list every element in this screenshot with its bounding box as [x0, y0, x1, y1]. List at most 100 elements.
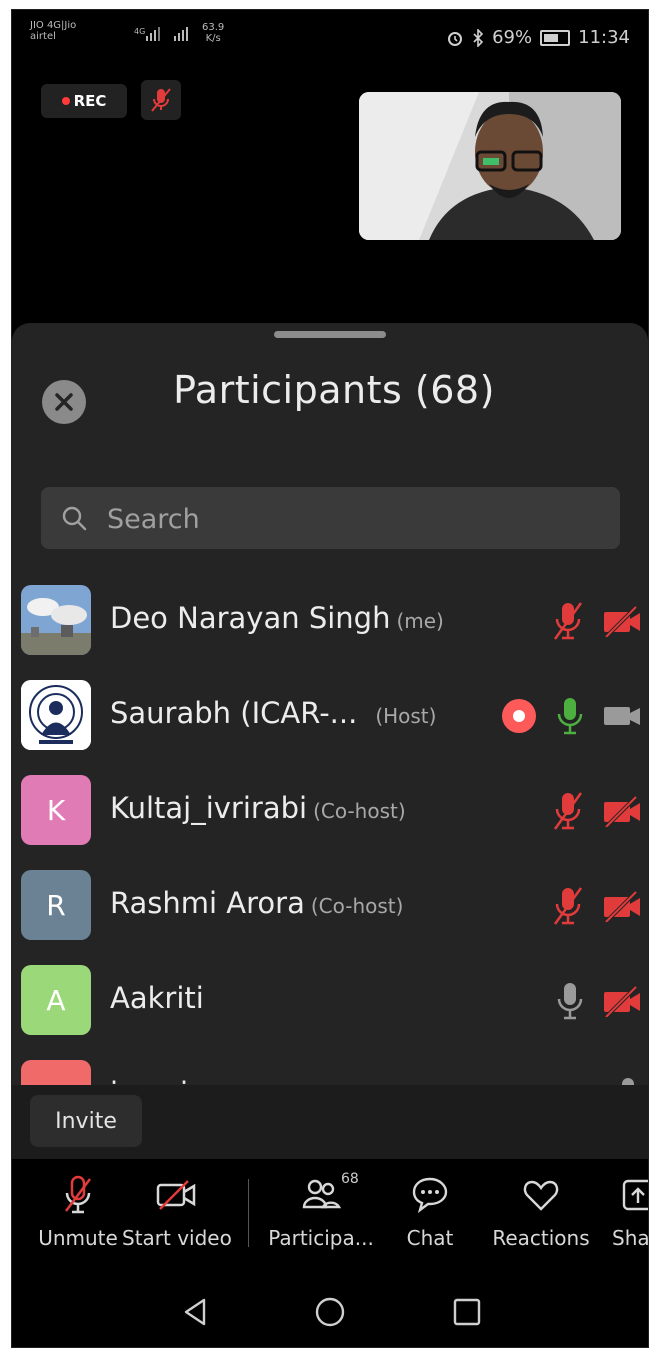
recording-icon[interactable]	[500, 697, 538, 735]
avatar: K	[21, 775, 91, 845]
avatar-letter: K	[46, 793, 66, 827]
participant-name-line: Saurabh (ICAR-... (Host)	[110, 696, 436, 730]
participant-row[interactable]: R Rashmi Arora (Co-host)	[12, 858, 648, 953]
phone-screen: JIO 4G|Jio airtel 4G 63.9 K/s 69% 11:34	[11, 9, 649, 1348]
panel-title: Participants (68)	[173, 368, 495, 412]
mic-muted-icon[interactable]	[552, 886, 584, 926]
carrier-line-1: JIO 4G|Jio	[30, 20, 77, 31]
participant-status-icons	[552, 601, 642, 641]
participant-role: (Co-host)	[313, 799, 406, 823]
unmute-button[interactable]: Unmute	[24, 1175, 132, 1250]
participant-status-icons	[552, 791, 642, 831]
participants-panel: Participants (68) Search Deo Narayan Sin…	[12, 323, 648, 1157]
participant-row[interactable]: Saurabh (ICAR-... (Host)	[12, 668, 648, 763]
reactions-button[interactable]: Reactions	[486, 1175, 596, 1250]
rec-label: REC	[73, 92, 107, 110]
mic-muted-icon	[65, 1175, 91, 1214]
participant-name-line: Deo Narayan Singh (me)	[110, 601, 444, 635]
participant-status-icons	[500, 696, 642, 736]
participant-name: Aakriti	[110, 981, 204, 1015]
video-off-icon[interactable]	[602, 795, 642, 827]
participants-button[interactable]: 68 Participa...	[266, 1171, 376, 1250]
drag-handle[interactable]	[274, 331, 386, 338]
participants-label: Participa...	[268, 1226, 374, 1250]
status-bar: JIO 4G|Jio airtel 4G 63.9 K/s 69% 11:34	[12, 10, 648, 62]
bluetooth-icon	[473, 28, 484, 47]
recording-indicator[interactable]: REC	[41, 84, 127, 118]
video-off-icon[interactable]	[602, 890, 642, 922]
mic-muted-icon	[151, 88, 171, 112]
start-video-label: Start video	[122, 1226, 232, 1250]
mic-muted-icon[interactable]	[552, 791, 584, 831]
battery-percent: 69%	[492, 27, 533, 48]
participant-name-line: Aakriti	[110, 981, 204, 1015]
avatar-letter: A	[46, 983, 66, 1017]
home-icon[interactable]	[314, 1296, 346, 1328]
share-button[interactable]: Sha	[612, 1175, 649, 1250]
recents-icon[interactable]	[452, 1296, 482, 1328]
share-label: Sha	[612, 1226, 649, 1250]
avatar	[21, 680, 91, 750]
network-speed: 63.9 K/s	[202, 22, 224, 44]
back-icon[interactable]	[180, 1296, 210, 1328]
participants-count-badge: 68	[341, 1171, 359, 1187]
speed-value: 63.9	[202, 22, 225, 33]
participant-status-icons	[552, 886, 642, 926]
participants-icon	[302, 1179, 342, 1209]
avatar: R	[21, 870, 91, 940]
participant-name-line: Kultaj_ivrirabi (Co-host)	[110, 791, 406, 825]
video-off-icon[interactable]	[602, 605, 642, 637]
participant-row[interactable]: Deo Narayan Singh (me)	[12, 573, 648, 668]
invite-button[interactable]: Invite	[30, 1095, 142, 1147]
landscape-avatar-photo	[21, 585, 91, 655]
video-off-icon[interactable]	[602, 985, 642, 1017]
participant-row[interactable]: K Kultaj_ivrirabi (Co-host)	[12, 763, 648, 858]
meeting-toolbar: Unmute Start video 68 Participa... Chat …	[12, 1159, 648, 1275]
participant-name: Deo Narayan Singh	[110, 601, 391, 635]
avatar	[21, 585, 91, 655]
status-right: 69% 11:34	[446, 27, 630, 48]
heart-icon	[523, 1180, 559, 1211]
participant-name: Saurabh (ICAR-...	[110, 696, 358, 730]
participant-row[interactable]: A Aakriti	[12, 953, 648, 1048]
participant-name: Rashmi Arora	[110, 886, 305, 920]
participants-list[interactable]: Deo Narayan Singh (me) Saurabh (ICAR-...…	[12, 573, 648, 1093]
chat-button[interactable]: Chat	[390, 1175, 470, 1250]
video-on-icon[interactable]	[602, 700, 642, 732]
network-type: 4G	[134, 27, 145, 36]
record-dot-icon	[61, 97, 70, 105]
clock: 11:34	[578, 27, 630, 48]
carrier-line-2: airtel	[30, 31, 56, 42]
alarm-icon	[448, 31, 463, 46]
speed-unit: K/s	[205, 33, 221, 44]
participant-role: (Co-host)	[310, 894, 404, 918]
search-icon	[62, 506, 87, 531]
chat-label: Chat	[406, 1226, 454, 1250]
chat-icon	[412, 1177, 448, 1214]
search-input[interactable]	[105, 487, 609, 551]
unmute-label: Unmute	[38, 1226, 118, 1250]
search-box[interactable]	[41, 487, 620, 551]
active-speaker-video[interactable]	[359, 92, 621, 240]
mic-muted-icon[interactable]	[552, 601, 584, 641]
share-icon	[622, 1179, 648, 1211]
close-icon	[55, 393, 73, 411]
participant-role: (Host)	[375, 704, 437, 728]
speaker-video-frame	[359, 92, 621, 240]
video-off-icon	[156, 1180, 196, 1210]
mic-icon[interactable]	[556, 981, 584, 1021]
mic-active-icon[interactable]	[556, 696, 584, 736]
avatar-letter: R	[46, 888, 66, 922]
start-video-button[interactable]: Start video	[122, 1175, 232, 1250]
participant-name-line: Rashmi Arora (Co-host)	[110, 886, 403, 920]
battery-icon	[540, 29, 571, 46]
android-nav-bar	[12, 1276, 648, 1347]
signal-bars-icon: 4G	[134, 26, 194, 46]
participant-status-icons	[556, 981, 642, 1021]
audio-muted-indicator[interactable]	[141, 80, 181, 120]
avatar: A	[21, 965, 91, 1035]
toolbar-divider	[248, 1179, 249, 1247]
reactions-label: Reactions	[492, 1226, 590, 1250]
participant-name: Kultaj_ivrirabi	[110, 791, 308, 825]
close-button[interactable]	[42, 380, 86, 424]
